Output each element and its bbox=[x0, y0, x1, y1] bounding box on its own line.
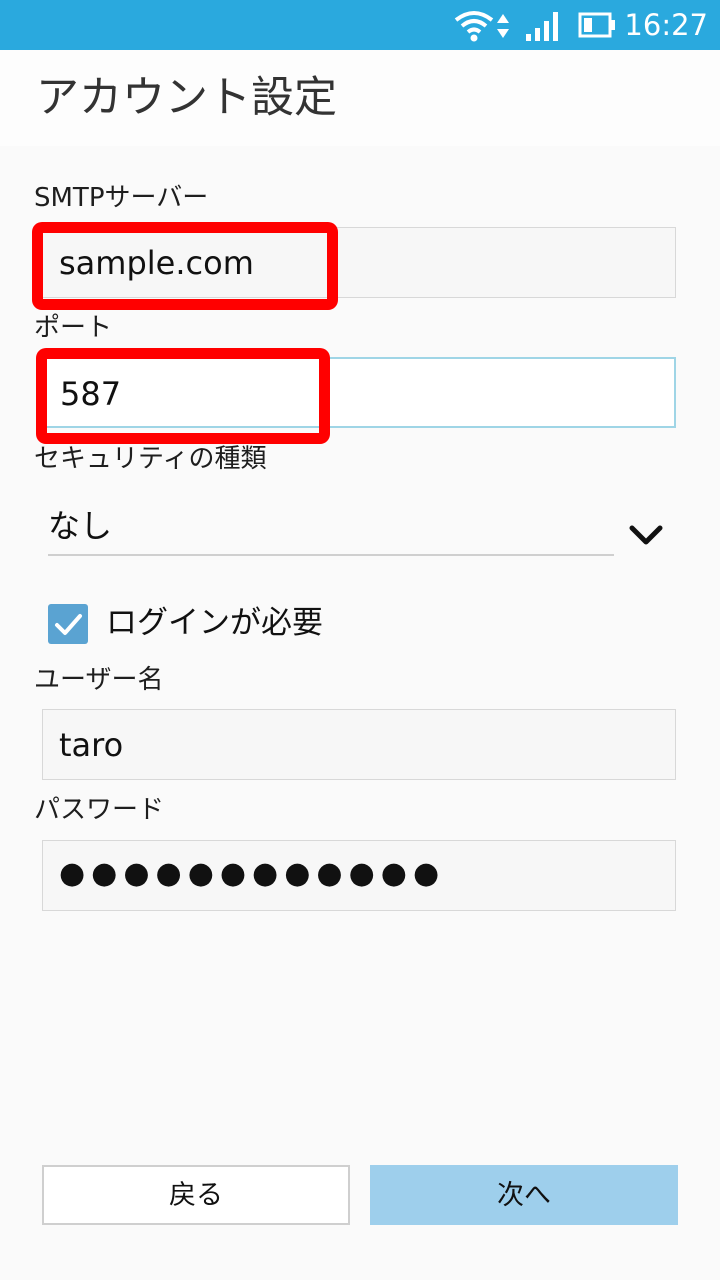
status-bar: 16:27 bbox=[0, 0, 720, 50]
smtp-server-field[interactable]: sample.com bbox=[42, 227, 676, 298]
security-type-value: なし bbox=[48, 507, 113, 545]
back-button[interactable]: 戻る bbox=[42, 1165, 350, 1225]
wifi-icon bbox=[454, 11, 494, 42]
battery-icon bbox=[578, 12, 615, 38]
smtp-server-label: SMTPサーバー bbox=[34, 183, 209, 213]
status-time: 16:27 bbox=[624, 8, 708, 42]
page-title: アカウント設定 bbox=[36, 73, 337, 123]
password-value: ●●●●●●●●●●●● bbox=[59, 856, 446, 891]
data-transfer-icon bbox=[497, 14, 509, 38]
port-label: ポート bbox=[34, 313, 113, 343]
username-value: taro bbox=[59, 726, 124, 764]
chevron-down-icon[interactable] bbox=[626, 520, 666, 550]
smtp-server-value: sample.com bbox=[59, 244, 254, 282]
security-type-select[interactable]: なし bbox=[48, 500, 614, 556]
password-field[interactable]: ●●●●●●●●●●●● bbox=[42, 840, 676, 911]
login-required-checkbox[interactable] bbox=[48, 604, 88, 644]
checkmark-icon bbox=[55, 614, 82, 635]
login-required-label[interactable]: ログインが必要 bbox=[106, 603, 323, 643]
security-type-label: セキュリティの種類 bbox=[34, 444, 267, 474]
signal-icon bbox=[526, 12, 558, 41]
next-button[interactable]: 次へ bbox=[370, 1165, 678, 1225]
username-label: ユーザー名 bbox=[34, 665, 164, 695]
port-field[interactable]: 587 bbox=[42, 357, 676, 428]
port-value: 587 bbox=[60, 375, 122, 413]
username-field[interactable]: taro bbox=[42, 709, 676, 780]
password-label: パスワード bbox=[34, 795, 165, 825]
